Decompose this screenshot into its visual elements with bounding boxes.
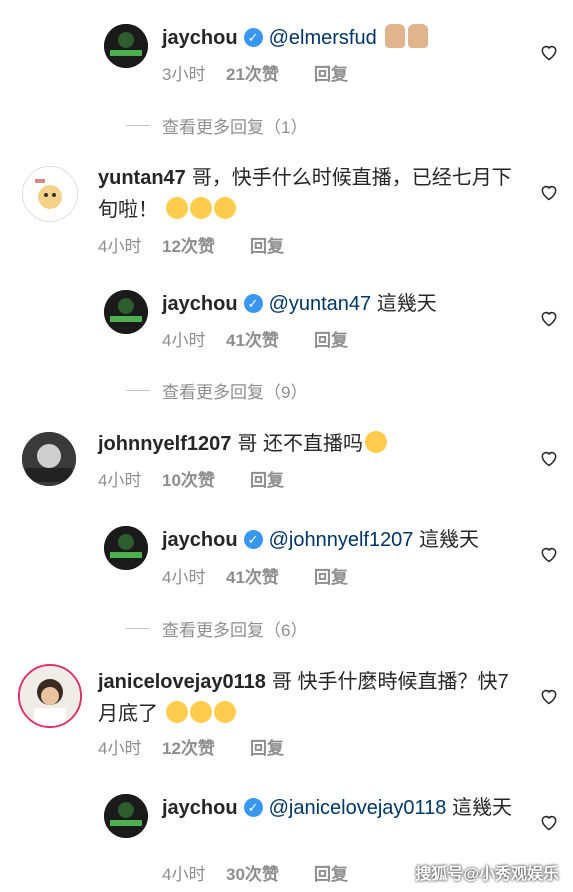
view-more-label: 查看更多回复（6） [162,621,308,640]
tears-of-joy-emoji-icon [165,701,188,723]
comment-text: janicelovejay0118 哥 快手什麼時候直播？快7月底了 [98,666,528,730]
reply-button[interactable]: 回复 [250,466,284,491]
view-more-replies[interactable]: 查看更多回复（1） [126,113,307,138]
divider [126,628,150,629]
comment-meta: 4小时 12次赞 回复 [98,734,284,759]
view-more-label: 查看更多回复（1） [162,118,308,137]
heart-icon[interactable] [539,42,559,62]
heart-icon[interactable] [539,308,559,328]
heart-icon[interactable] [539,182,559,202]
username[interactable]: jaychou [162,529,238,551]
heart-icon[interactable] [539,686,559,706]
thumbs-up-emoji-icon [408,24,429,48]
comment-text: jaychou ✓ @yuntan47 這幾天 [162,288,522,320]
comment-body: 這幾天 [451,797,512,819]
timestamp: 4小时 [162,331,206,350]
username[interactable]: jaychou [162,797,238,819]
view-more-replies[interactable]: 查看更多回复（9） [126,378,307,403]
reply-button[interactable]: 回复 [314,60,348,85]
watermark: 搜狐号@小秀观娱乐 [415,866,559,883]
heart-icon[interactable] [539,544,559,564]
comment-body: 這幾天 [419,529,479,551]
like-count[interactable]: 41次赞 [226,563,314,588]
verified-badge-icon: ✓ [243,28,263,47]
relieved-emoji-icon [189,197,212,219]
comment-text: jaychou ✓ @janicelovejay0118 這幾天 [162,792,522,824]
comment-text: yuntan47 哥，快手什么时候直播，已经七月下旬啦！ [98,162,518,226]
timestamp: 4小时 [162,865,206,884]
reply-button[interactable]: 回复 [250,232,284,257]
laughing-emoji-icon [364,431,387,453]
username[interactable]: yuntan47 [98,167,186,189]
avatar[interactable] [22,166,78,222]
avatar[interactable] [104,290,148,334]
timestamp: 4小时 [162,568,206,587]
avatar[interactable] [104,24,148,68]
mention-link[interactable]: @elmersfud [269,27,377,49]
like-count[interactable]: 30次赞 [226,860,314,885]
relieved-emoji-icon [213,197,236,219]
view-more-replies[interactable]: 查看更多回复（6） [126,616,307,641]
heart-icon[interactable] [539,448,559,468]
avatar[interactable] [22,432,76,486]
username[interactable]: janicelovejay0118 [98,671,266,693]
like-count[interactable]: 21次赞 [226,60,314,85]
comment-meta: 4小时 10次赞 回复 [98,466,284,491]
tears-of-joy-emoji-icon [189,701,212,723]
comment-meta: 4小时 41次赞 回复 [162,563,348,588]
comment-body: 哥 还不直播吗 [237,433,363,455]
mention-link[interactable]: @johnnyelf1207 [269,529,414,551]
verified-badge-icon: ✓ [243,798,263,817]
like-count[interactable]: 41次赞 [226,326,314,351]
avatar[interactable] [104,526,148,570]
like-count[interactable]: 12次赞 [162,734,250,759]
verified-badge-icon: ✓ [243,530,263,549]
timestamp: 4小时 [98,471,142,490]
like-count[interactable]: 10次赞 [162,466,250,491]
reply-button[interactable]: 回复 [314,326,348,351]
comment-text: jaychou ✓ @johnnyelf1207 這幾天 [162,524,542,556]
view-more-label: 查看更多回复（9） [162,383,308,402]
comment-meta: 3小时 21次赞 回复 [162,60,348,85]
comment-text: johnnyelf1207 哥 还不直播吗 [98,428,518,460]
divider [126,125,150,126]
relieved-emoji-icon [165,197,188,219]
comment-text: jaychou ✓ @elmersfud [162,22,522,54]
comment-body: 這幾天 [376,293,437,315]
timestamp: 4小时 [98,739,142,758]
username[interactable]: johnnyelf1207 [98,433,231,455]
timestamp: 3小时 [162,65,206,84]
username[interactable]: jaychou [162,27,238,49]
verified-badge-icon: ✓ [243,294,263,313]
comment-meta: 4小时 30次赞 回复 [162,860,348,885]
avatar[interactable] [18,664,82,728]
reply-button[interactable]: 回复 [314,860,348,885]
reply-button[interactable]: 回复 [250,734,284,759]
tears-of-joy-emoji-icon [213,701,236,723]
mention-link[interactable]: @janicelovejay0118 [269,797,447,819]
username[interactable]: jaychou [162,293,238,315]
reply-button[interactable]: 回复 [314,563,348,588]
mention-link[interactable]: @yuntan47 [269,293,372,315]
avatar[interactable] [104,794,148,838]
timestamp: 4小时 [98,237,142,256]
comment-meta: 4小时 41次赞 回复 [162,326,348,351]
comment-meta: 4小时 12次赞 回复 [98,232,284,257]
divider [126,390,150,391]
like-count[interactable]: 12次赞 [162,232,250,257]
thumbs-up-emoji-icon [385,24,406,48]
heart-icon[interactable] [539,812,559,832]
